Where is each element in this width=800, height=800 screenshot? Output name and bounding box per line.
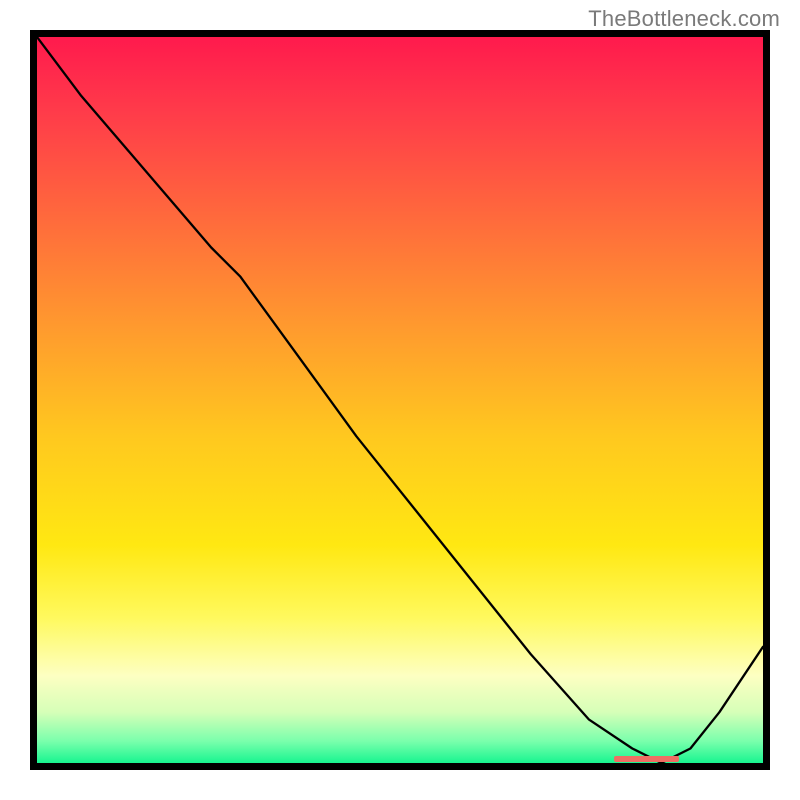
watermark-text: TheBottleneck.com xyxy=(588,6,780,32)
optimal-marker xyxy=(614,756,679,762)
bottleneck-curve-path xyxy=(37,37,763,763)
line-curve xyxy=(37,37,763,763)
plot-area xyxy=(37,37,763,763)
chart-page: TheBottleneck.com xyxy=(0,0,800,800)
chart-frame xyxy=(30,30,770,770)
